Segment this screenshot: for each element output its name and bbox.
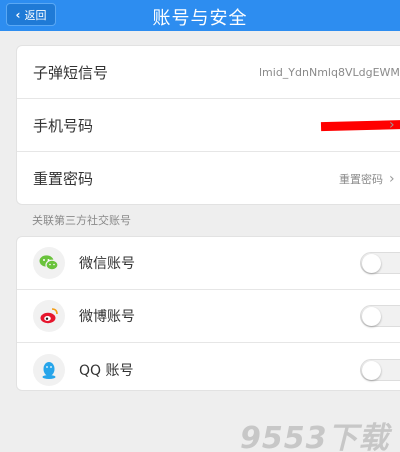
account-id-value: lmid_YdnNmlq8VLdgEWMq xyxy=(259,65,400,79)
qq-label: QQ 账号 xyxy=(79,362,134,379)
reset-password-label: 重置密码 xyxy=(33,170,94,188)
site-watermark: 9553下载 xyxy=(240,421,390,452)
phone-row[interactable]: 手机号码 › xyxy=(17,99,400,152)
social-section-title: 关联第三方社交账号 xyxy=(32,214,131,227)
wechat-icon xyxy=(33,247,65,279)
toggle-knob xyxy=(362,307,381,326)
phone-label: 手机号码 xyxy=(33,116,94,135)
reset-password-value: 重置密码 xyxy=(339,172,383,186)
account-card: 子弹短信号 lmid_YdnNmlq8VLdgEWMq 手机号码 › 重置密码 … xyxy=(16,45,400,205)
app-header: ‹ 返回 账号与安全 xyxy=(0,0,400,31)
qq-toggle[interactable] xyxy=(360,358,400,381)
social-card: 微信账号 微博账号 QQ 账号 xyxy=(16,236,400,391)
chevron-right-icon: › xyxy=(389,117,395,133)
weibo-toggle[interactable] xyxy=(360,305,400,327)
reset-password-row[interactable]: 重置密码 重置密码 › xyxy=(17,152,400,204)
wechat-row: 微信账号 xyxy=(17,237,400,290)
account-id-label: 子弹短信号 xyxy=(33,63,109,82)
qq-row: QQ 账号 xyxy=(17,343,400,390)
account-id-row: 子弹短信号 lmid_YdnNmlq8VLdgEWMq xyxy=(17,46,400,99)
qq-icon xyxy=(33,353,65,386)
weibo-icon xyxy=(33,300,65,332)
wechat-label: 微信账号 xyxy=(79,256,135,272)
toggle-knob xyxy=(362,254,381,273)
weibo-row: 微博账号 xyxy=(17,290,400,343)
chevron-right-icon: › xyxy=(389,170,395,187)
weibo-label: 微博账号 xyxy=(79,309,135,325)
page-title: 账号与安全 xyxy=(152,8,248,29)
wechat-toggle[interactable] xyxy=(360,252,400,274)
toggle-knob xyxy=(362,360,381,380)
